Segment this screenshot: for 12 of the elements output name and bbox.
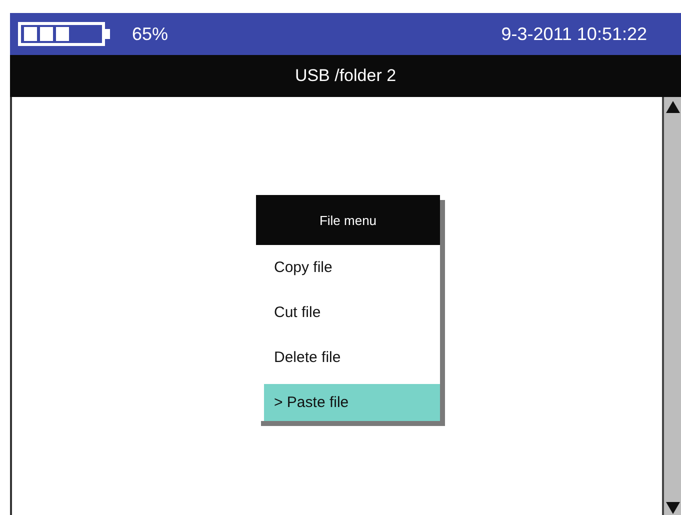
scrollbar[interactable] <box>662 97 681 515</box>
folder-path: USB /folder 2 <box>294 66 396 86</box>
battery-percent: 65% <box>132 24 168 44</box>
menu-item[interactable]: Delete file <box>256 335 440 380</box>
menu-item[interactable]: > Paste file <box>264 384 440 421</box>
scroll-down-icon[interactable] <box>664 501 680 515</box>
date-time: 9-3-2011 10:51:22 <box>501 24 647 44</box>
menu-item[interactable]: Copy file <box>256 245 440 290</box>
scroll-up-icon[interactable] <box>664 100 680 114</box>
battery-icon <box>18 22 112 46</box>
menu-title: File menu <box>256 195 440 245</box>
menu-item[interactable]: Cut file <box>256 290 440 335</box>
